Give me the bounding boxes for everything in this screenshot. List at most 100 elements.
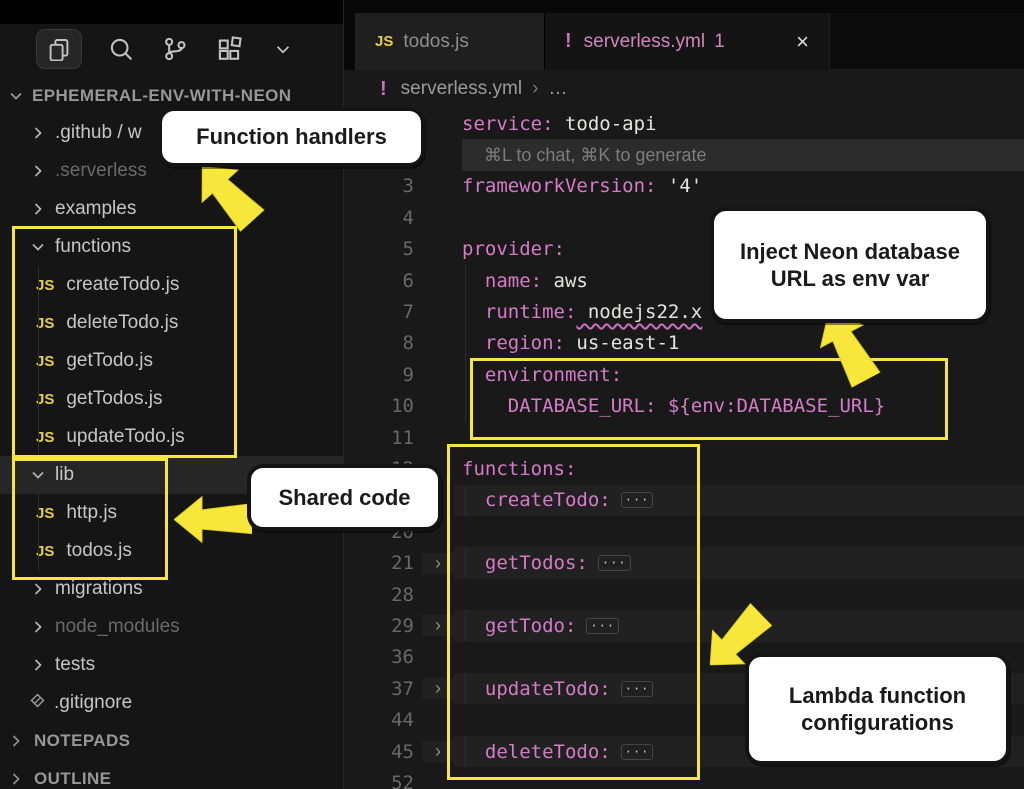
code-line-10[interactable]: 10 DATABASE_URL: ${env:DATABASE_URL} [344, 391, 1024, 422]
extensions-icon[interactable] [214, 34, 244, 64]
yaml-value: ${env:DATABASE_URL} [656, 395, 885, 417]
line-number: 28 [344, 584, 422, 606]
sidebar-item-label: getTodo.js [66, 350, 153, 372]
sidebar-item-outline[interactable]: OUTLINE [0, 760, 343, 789]
sidebar-item-gitignore[interactable]: .gitignore [0, 684, 343, 722]
callout-text: Inject Neon database URL as env var [724, 238, 976, 293]
breadcrumb[interactable]: ! serverless.yml › … [344, 70, 1024, 108]
sidebar-item-notepads[interactable]: NOTEPADS [0, 722, 343, 760]
fold-ellipsis-marker[interactable]: ··· [598, 555, 631, 571]
close-icon[interactable]: × [796, 29, 809, 55]
indent-guide [465, 547, 466, 578]
tab-serverless-yml[interactable]: ! serverless.yml 1 × [545, 13, 829, 70]
fold-chevron-icon[interactable]: › [422, 678, 454, 699]
sidebar-item-gettodo-js[interactable]: JSgetTodo.js [0, 342, 343, 380]
code-line-2[interactable]: 2⌘L to chat, ⌘K to generate [344, 139, 1024, 170]
editor-window: EPHEMERAL-ENV-WITH-NEON .github / w.serv… [0, 0, 1024, 789]
sidebar-item-label: tests [55, 654, 95, 676]
yaml-key: environment: [462, 364, 622, 386]
line-number: 37 [344, 678, 422, 700]
indent-guide [465, 296, 466, 327]
code-line-content: frameworkVersion: '4' [454, 171, 1024, 202]
code-line-13[interactable]: 13 createTodo:··· [344, 485, 1024, 516]
yaml-key: runtime: [462, 301, 576, 323]
code-line-1[interactable]: 1service: todo-api [344, 108, 1024, 139]
code-line-content [454, 422, 1024, 453]
code-line-28[interactable]: 28 [344, 579, 1024, 610]
line-number: 6 [344, 270, 422, 292]
fold-chevron-icon[interactable]: › [422, 741, 454, 762]
sidebar-item-updatetodo-js[interactable]: JSupdateTodo.js [0, 418, 343, 456]
sidebar-item-createtodo-js[interactable]: JScreateTodo.js [0, 266, 343, 304]
code-line-12[interactable]: 12functions: [344, 453, 1024, 484]
source-control-icon[interactable] [160, 34, 190, 64]
sidebar-item-label: migrations [55, 578, 143, 600]
sidebar-item-label: .gitignore [54, 692, 132, 714]
code-line-29[interactable]: 29› getTodo:··· [344, 610, 1024, 641]
sidebar-item-label: examples [55, 198, 136, 220]
git-icon [28, 691, 47, 716]
yaml-value: aws [542, 270, 588, 292]
yaml-key: region: [462, 332, 565, 354]
explorer-icon[interactable] [36, 29, 82, 69]
sidebar-item-node-modules[interactable]: node_modules [0, 608, 343, 646]
sidebar-item-gettodos-js[interactable]: JSgetTodos.js [0, 380, 343, 418]
yaml-key: updateTodo: [462, 678, 611, 700]
indent-guide [465, 265, 466, 296]
code-line-9[interactable]: 9 environment: [344, 359, 1024, 390]
code-line-3[interactable]: 3frameworkVersion: '4' [344, 171, 1024, 202]
fold-chevron-icon[interactable]: › [422, 615, 454, 636]
tab-label: todos.js [403, 31, 468, 53]
sidebar-item-tests[interactable]: tests [0, 646, 343, 684]
tab-label: serverless.yml [584, 31, 705, 53]
chevron-right-icon [30, 618, 48, 636]
sidebar-item-functions[interactable]: functions [0, 228, 343, 266]
line-number: 36 [344, 646, 422, 668]
line-number: 11 [344, 427, 422, 449]
warning-icon: ! [380, 78, 387, 101]
sidebar-item-examples[interactable]: examples [0, 190, 343, 228]
indent-guide [465, 328, 466, 359]
sidebar-item-deletetodo-js[interactable]: JSdeleteTodo.js [0, 304, 343, 342]
fold-ellipsis-marker[interactable]: ··· [621, 492, 654, 508]
code-line-content: region: us-east-1 [454, 328, 1024, 359]
chevron-down-icon[interactable] [268, 34, 298, 64]
sidebar-item-label: NOTEPADS [34, 731, 130, 751]
tab-bar-empty-space [829, 13, 1024, 70]
code-line-content: ⌘L to chat, ⌘K to generate [454, 139, 1024, 170]
yaml-key: DATABASE_URL: [462, 395, 656, 417]
code-line-8[interactable]: 8 region: us-east-1 [344, 328, 1024, 359]
line-number: 10 [344, 395, 422, 417]
line-number: 8 [344, 332, 422, 354]
chevron-right-icon [30, 162, 48, 180]
indent-guide [465, 391, 466, 422]
tab-todos-js[interactable]: JS todos.js [355, 13, 545, 70]
fold-ellipsis-marker[interactable]: ··· [621, 681, 654, 697]
search-icon[interactable] [106, 34, 136, 64]
code-line-52[interactable]: 52 [344, 767, 1024, 789]
fold-chevron-icon[interactable]: › [422, 553, 454, 574]
code-line-content: functions: [454, 453, 1024, 484]
sidebar-item-label: todos.js [66, 540, 131, 562]
line-number: 21 [344, 552, 422, 574]
file-tree: .github / w.serverlessexamplesfunctionsJ… [0, 114, 343, 789]
line-number: 52 [344, 772, 422, 789]
code-line-20[interactable]: 20 [344, 516, 1024, 547]
callout-text: Function handlers [196, 123, 387, 151]
sidebar-item-todos-js[interactable]: JStodos.js [0, 532, 343, 570]
line-number: 7 [344, 301, 422, 323]
fold-ellipsis-marker[interactable]: ··· [586, 618, 619, 634]
line-number: 5 [344, 238, 422, 260]
yaml-value: us-east-1 [565, 332, 679, 354]
indent-guide [38, 418, 39, 456]
callout-function-handlers: Function handlers [158, 107, 425, 167]
sidebar-item-label: updateTodo.js [66, 426, 184, 448]
fold-ellipsis-marker[interactable]: ··· [621, 744, 654, 760]
callout-text: Shared code [278, 484, 410, 512]
code-line-21[interactable]: 21› getTodos:··· [344, 547, 1024, 578]
chevron-right-icon [30, 656, 48, 674]
code-line-11[interactable]: 11 [344, 422, 1024, 453]
sidebar-item-migrations[interactable]: migrations [0, 570, 343, 608]
sidebar-item-label: getTodos.js [66, 388, 162, 410]
line-number: 44 [344, 709, 422, 731]
